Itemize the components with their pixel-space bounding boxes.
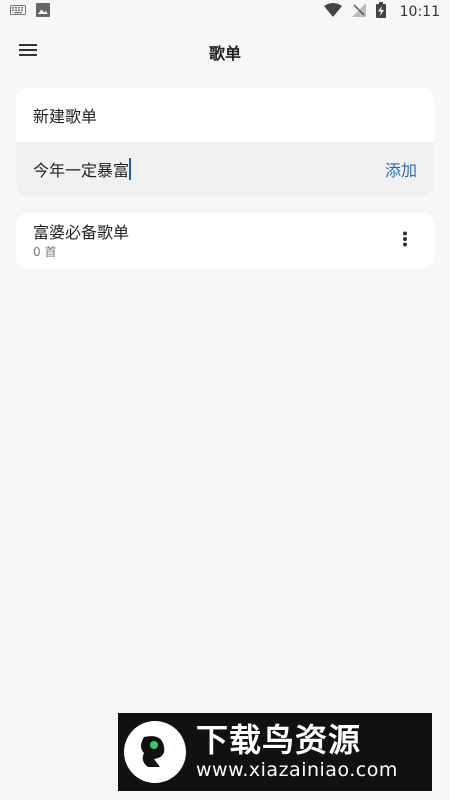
- playlist-item[interactable]: 富婆必备歌单 0 首: [16, 213, 434, 269]
- playlist-more-button[interactable]: [393, 225, 417, 257]
- playlist-name-input[interactable]: 今年一定暴富: [33, 157, 129, 181]
- bird-logo-icon: [124, 721, 186, 783]
- hamburger-menu-icon: [18, 42, 38, 62]
- watermark-banner: 下载鸟资源 www.xiazainiao.com: [118, 713, 432, 791]
- text-caret: [129, 158, 132, 180]
- page-title: 歌单: [208, 44, 241, 63]
- playlist-song-count: 0 首: [33, 245, 57, 259]
- watermark-url: www.xiazainiao.com: [196, 759, 398, 781]
- playlist-info: 富婆必备歌单 0 首: [33, 222, 129, 260]
- status-right: 10:11: [323, 2, 440, 22]
- new-playlist-input-row: 今年一定暴富 添加: [16, 142, 434, 196]
- menu-button[interactable]: [10, 34, 46, 70]
- status-time: 10:11: [399, 4, 440, 20]
- watermark-text: 下载鸟资源 www.xiazainiao.com: [196, 722, 398, 782]
- battery-charging-icon: [375, 2, 386, 22]
- more-vertical-icon: [402, 231, 408, 251]
- add-button[interactable]: 添加: [385, 157, 417, 181]
- status-left: [10, 3, 50, 21]
- status-bar: 10:11: [0, 0, 450, 24]
- new-playlist-card: 新建歌单 今年一定暴富 添加: [16, 88, 434, 196]
- playlist-name-field[interactable]: 今年一定暴富: [33, 157, 385, 181]
- wifi-icon: [323, 3, 342, 21]
- keyboard-icon: [10, 4, 26, 20]
- no-signal-icon: [351, 3, 366, 21]
- new-playlist-title: 新建歌单: [33, 107, 98, 126]
- image-icon: [36, 3, 50, 21]
- playlist-name: 富婆必备歌单: [33, 223, 130, 242]
- app-bar: 歌单: [0, 24, 450, 80]
- watermark-title: 下载鸟资源: [196, 721, 362, 759]
